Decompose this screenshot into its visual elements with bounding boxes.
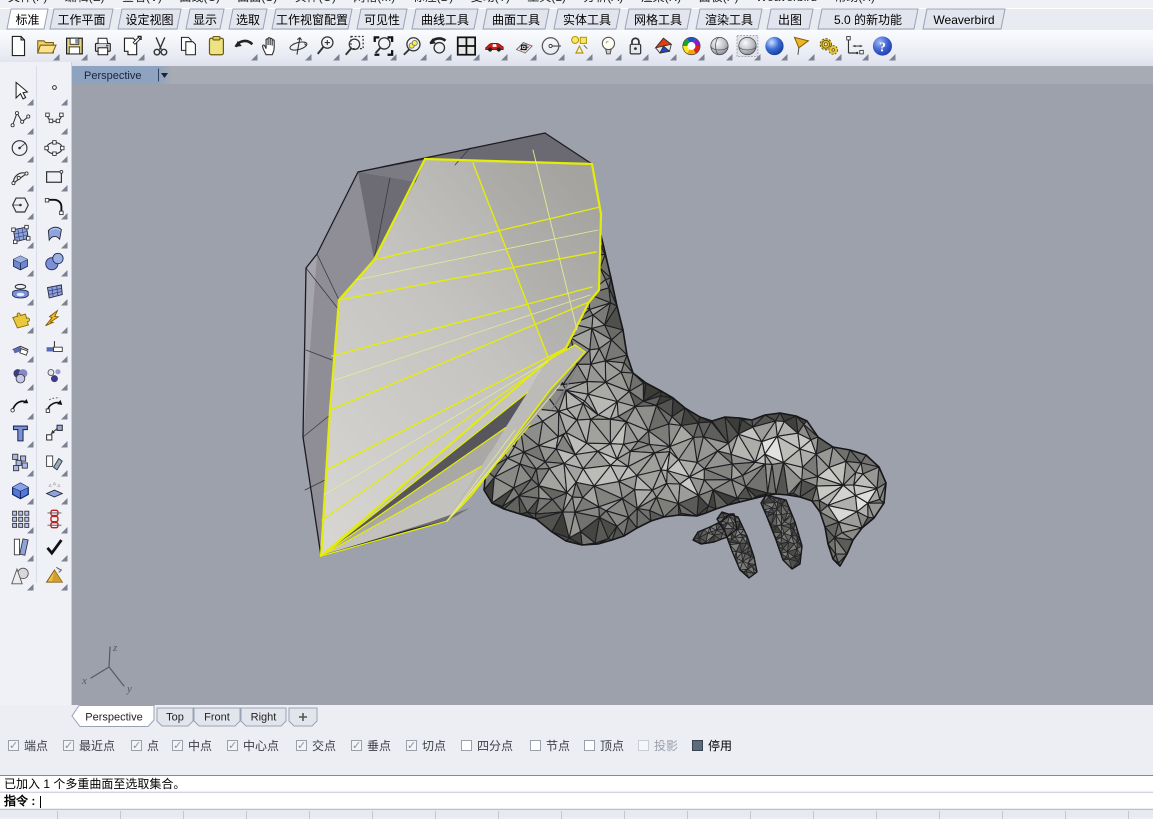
svg-text:渲染工具: 渲染工具 — [705, 12, 753, 27]
svg-text:工作视窗配置: 工作视窗配置 — [276, 12, 348, 27]
svg-text:出图: 出图 — [778, 13, 802, 27]
svg-text:选取: 选取 — [236, 13, 260, 27]
svg-text:网格工具: 网格工具 — [634, 12, 682, 27]
svg-text:实体工具: 实体工具 — [563, 12, 611, 27]
svg-text:y: y — [126, 683, 132, 695]
svg-text:显示: 显示 — [193, 13, 217, 27]
svg-text:曲面工具: 曲面工具 — [492, 13, 540, 27]
svg-text:?: ? — [879, 40, 886, 55]
svg-text:曲线工具: 曲线工具 — [421, 13, 469, 27]
svg-text:Front: Front — [204, 712, 230, 724]
svg-text:Perspective: Perspective — [84, 70, 141, 82]
svg-text:5.0 的新功能: 5.0 的新功能 — [834, 12, 902, 27]
svg-text:Weaverbird: Weaverbird — [933, 13, 994, 27]
svg-text:标准: 标准 — [15, 13, 39, 27]
svg-text:工作平面: 工作平面 — [57, 13, 105, 27]
svg-text:设定视图: 设定视图 — [125, 12, 173, 27]
svg-text:可见性: 可见性 — [364, 13, 400, 27]
svg-text:x: x — [81, 675, 87, 687]
svg-text:z: z — [112, 642, 118, 654]
svg-text:Top: Top — [166, 712, 184, 724]
svg-text:Perspective: Perspective — [85, 712, 142, 724]
svg-text:Right: Right — [251, 712, 277, 724]
